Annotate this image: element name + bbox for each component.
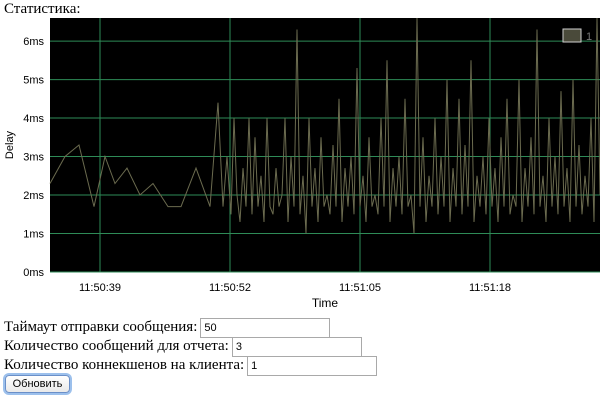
statistics-heading: Статистика:	[4, 1, 81, 17]
y-tick-label: 2ms	[23, 190, 44, 202]
report-count-row: Количество сообщений для отчета:	[4, 336, 362, 357]
legend-swatch	[562, 28, 582, 43]
y-tick-label: 4ms	[23, 113, 44, 125]
x-axis-ticks: 11:50:39 11:50:52 11:51:05 11:51:18	[79, 282, 511, 294]
legend[interactable]: 1	[562, 28, 592, 43]
x-tick-label: 11:51:18	[469, 282, 511, 294]
y-tick-label: 3ms	[23, 152, 44, 164]
report-count-label: Количество сообщений для отчета:	[4, 338, 229, 354]
x-tick-label: 11:50:39	[79, 282, 121, 294]
report-count-input[interactable]	[231, 336, 362, 357]
connections-label: Количество коннекшенов на клиента:	[4, 357, 245, 373]
refresh-button[interactable]: Обновить	[5, 375, 70, 393]
delay-chart: 0ms1ms2ms3ms4ms5ms6ms 11:50:39 11:50:52 11…	[4, 18, 600, 310]
y-tick-label: 6ms	[23, 36, 44, 48]
y-tick-label: 5ms	[23, 75, 44, 87]
timeout-label: Таймаут отправки сообщения:	[4, 319, 198, 335]
y-axis-ticks: 0ms 1ms 2ms 3ms 4ms 5ms 6ms	[23, 36, 44, 279]
x-tick-label: 11:50:52	[209, 282, 251, 294]
timeout-row: Таймаут отправки сообщения:	[4, 317, 331, 338]
timeout-input[interactable]	[200, 317, 331, 338]
y-tick-label: 1ms	[23, 229, 44, 241]
x-axis-label: Time	[312, 296, 339, 310]
y-axis-label: Delay	[4, 130, 16, 159]
x-tick-label: 11:51:05	[339, 282, 381, 294]
connections-input[interactable]	[247, 355, 378, 376]
connections-row: Количество коннекшенов на клиента:	[4, 355, 378, 376]
y-tick-label: 0ms	[23, 267, 44, 279]
legend-label: 1	[586, 31, 592, 43]
